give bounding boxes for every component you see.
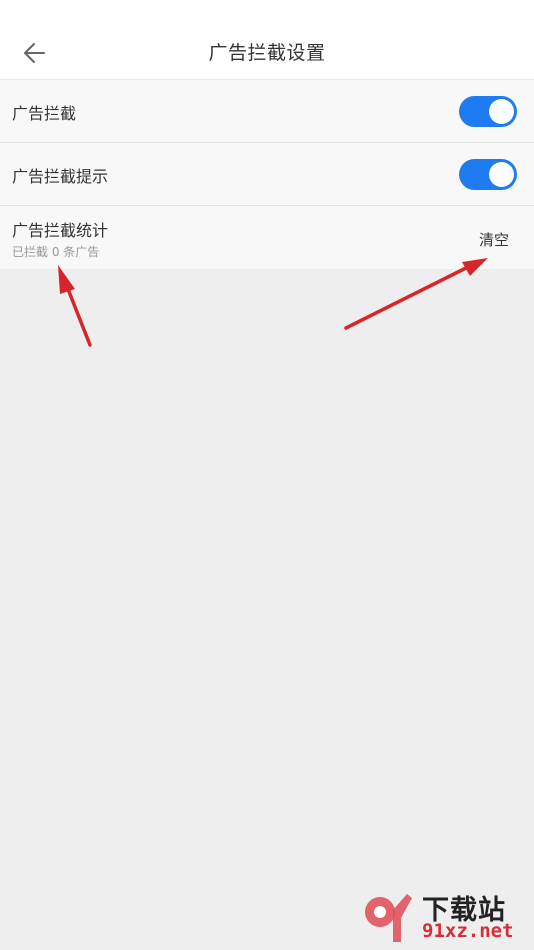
stats-count-text: 已拦截 0 条广告	[12, 245, 100, 259]
page-title: 广告拦截设置	[208, 42, 326, 64]
clear-stats-button[interactable]: 清空	[479, 229, 509, 250]
site-watermark: 下载站 91xz.net	[360, 888, 530, 946]
watermark-logo-icon	[365, 894, 412, 942]
toggle-knob	[489, 162, 514, 187]
setting-row-ad-block-hint: 广告拦截提示	[0, 143, 534, 206]
watermark-url: 91xz.net	[422, 920, 514, 942]
ad-block-hint-toggle[interactable]	[459, 159, 517, 190]
setting-label-ad-block: 广告拦截	[12, 104, 77, 123]
app-header: 广告拦截设置	[0, 0, 534, 80]
setting-row-ad-block-stats: 广告拦截统计 已拦截 0 条广告 清空	[0, 206, 534, 269]
setting-label-ad-block-hint: 广告拦截提示	[12, 167, 109, 186]
ad-block-toggle[interactable]	[459, 96, 517, 127]
setting-row-ad-block: 广告拦截	[0, 80, 534, 143]
stats-label: 广告拦截统计	[12, 221, 109, 240]
annotation-arrow-left	[58, 265, 92, 347]
toggle-knob	[489, 99, 514, 124]
